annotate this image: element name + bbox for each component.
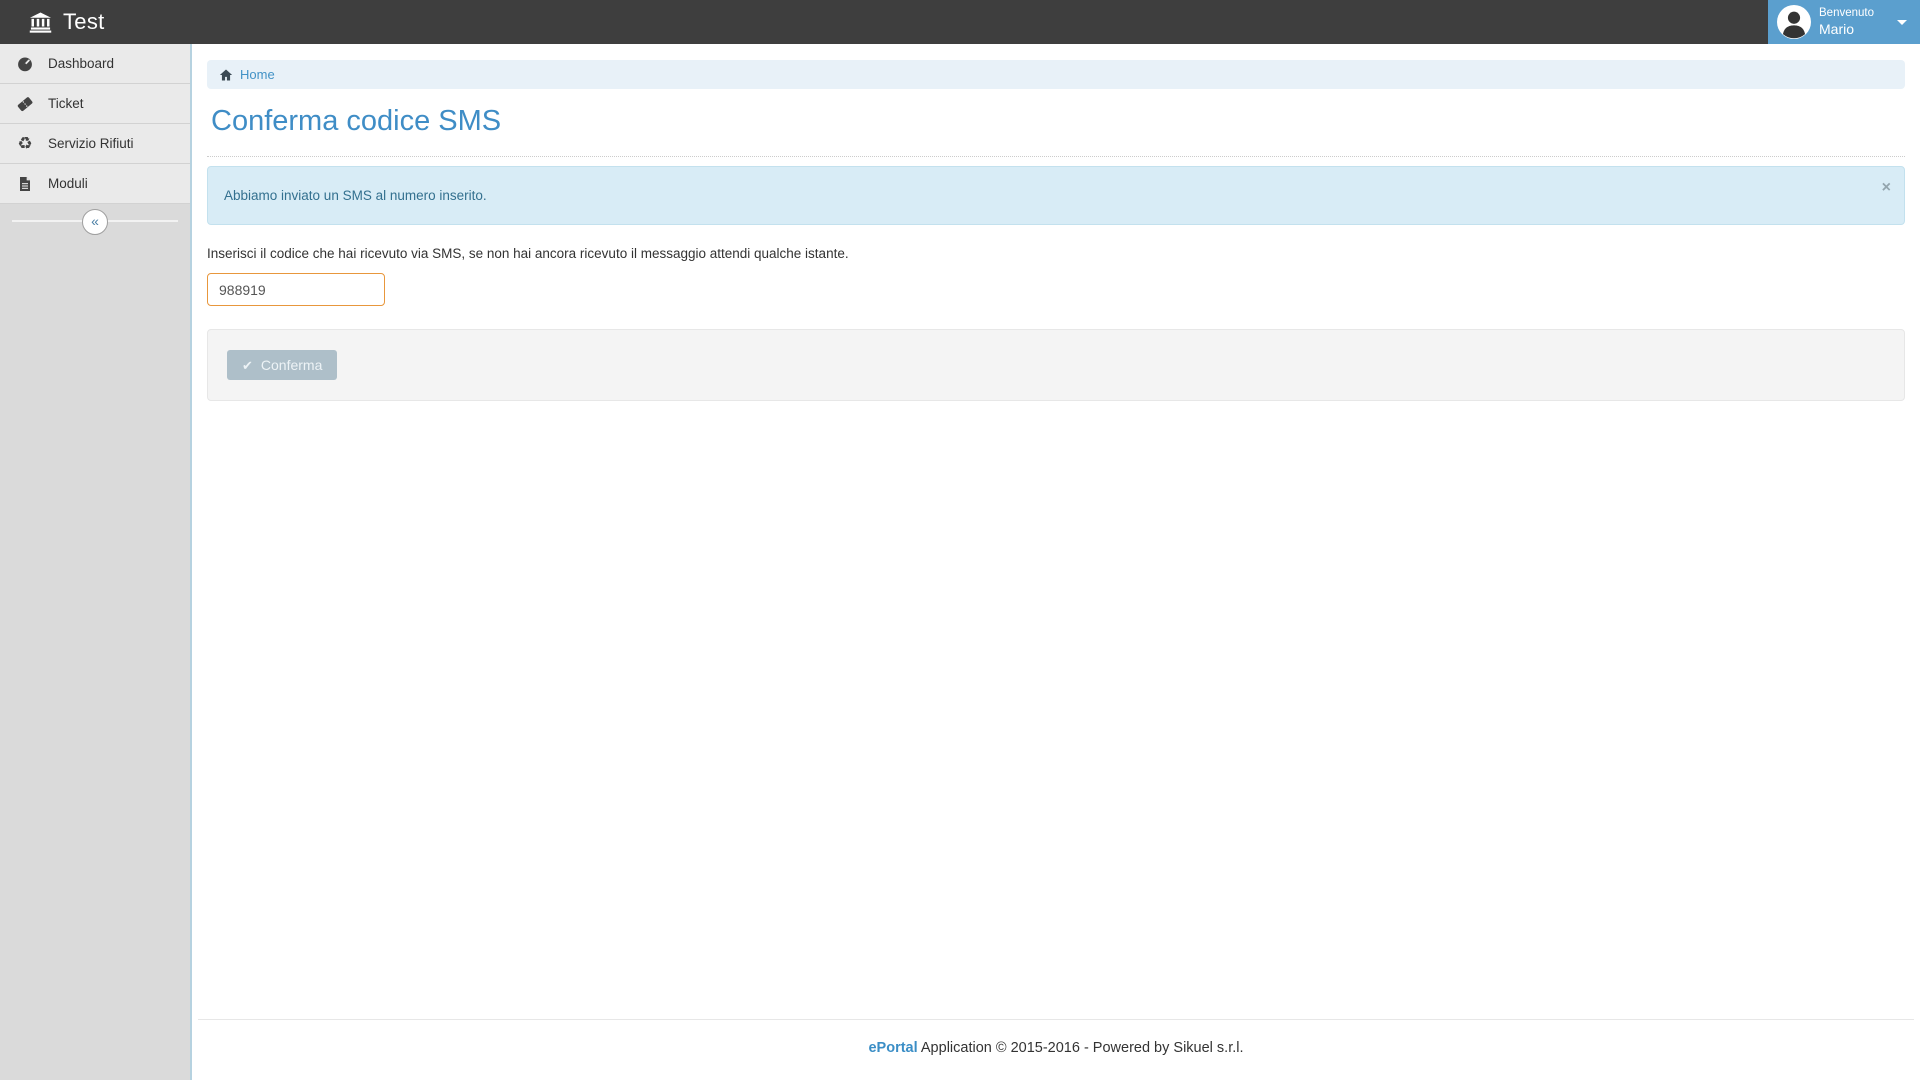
sidebar-item-label: Dashboard: [48, 56, 114, 71]
sidebar-item-dashboard[interactable]: Dashboard: [0, 44, 190, 84]
sidebar-item-moduli[interactable]: Moduli: [0, 164, 190, 204]
sms-code-input[interactable]: [207, 273, 385, 306]
brand-label: Test: [63, 9, 105, 35]
top-navbar: Test Benvenuto Mario: [0, 0, 1920, 44]
check-icon: ✔: [242, 359, 253, 372]
main-layout: Dashboard Ticket ♻︎ Servizio Rifiuti: [0, 44, 1920, 1080]
sidebar-item-label: Moduli: [48, 176, 88, 191]
home-icon: [219, 68, 233, 82]
sidebar-item-label: Servizio Rifiuti: [48, 136, 134, 151]
sidebar-item-ticket[interactable]: Ticket: [0, 84, 190, 124]
user-avatar: [1777, 5, 1811, 39]
close-icon[interactable]: ×: [1882, 180, 1891, 196]
caret-down-icon: [1897, 20, 1907, 25]
info-alert: Abbiamo inviato un SMS al numero inserit…: [207, 166, 1905, 225]
breadcrumb-home-link[interactable]: Home: [240, 67, 275, 82]
user-welcome: Benvenuto Mario: [1819, 7, 1874, 37]
footer-area: ePortal Application © 2015-2016 - Powere…: [207, 1019, 1905, 1080]
sidebar-item-label: Ticket: [48, 96, 84, 111]
user-menu[interactable]: Benvenuto Mario: [1768, 0, 1920, 44]
ticket-icon: [15, 95, 35, 113]
bank-icon: [28, 11, 52, 34]
footer-text: ePortal Application © 2015-2016 - Powere…: [207, 1020, 1905, 1080]
instruction-text: Inserisci il codice che hai ricevuto via…: [207, 246, 1905, 261]
sidebar: Dashboard Ticket ♻︎ Servizio Rifiuti: [0, 44, 192, 1080]
content-area: Home Conferma codice SMS Abbiamo inviato…: [192, 44, 1920, 1080]
chevron-double-left-icon: «: [91, 214, 99, 228]
user-greeting: Benvenuto: [1819, 7, 1874, 21]
actions-panel: ✔ Conferma: [207, 329, 1905, 401]
confirm-button[interactable]: ✔ Conferma: [227, 350, 337, 380]
page-title: Conferma codice SMS: [211, 105, 1905, 138]
sidebar-collapse-row: «: [0, 207, 190, 237]
dashboard-icon: [15, 55, 35, 73]
confirm-button-label: Conferma: [261, 357, 322, 373]
breadcrumb: Home: [207, 60, 1905, 89]
page-header: Conferma codice SMS: [207, 89, 1905, 157]
user-name: Mario: [1819, 21, 1874, 38]
brand-link[interactable]: Test: [0, 9, 105, 35]
alert-message: Abbiamo inviato un SMS al numero inserit…: [224, 188, 487, 203]
recycle-icon: ♻︎: [15, 135, 35, 152]
document-icon: [15, 175, 35, 193]
footer-copyright: Application © 2015-2016 - Powered by Sik…: [921, 1040, 1244, 1056]
sidebar-item-servizio-rifiuti[interactable]: ♻︎ Servizio Rifiuti: [0, 124, 190, 164]
footer-brand: ePortal: [868, 1040, 917, 1056]
sidebar-collapse-button[interactable]: «: [82, 209, 108, 235]
